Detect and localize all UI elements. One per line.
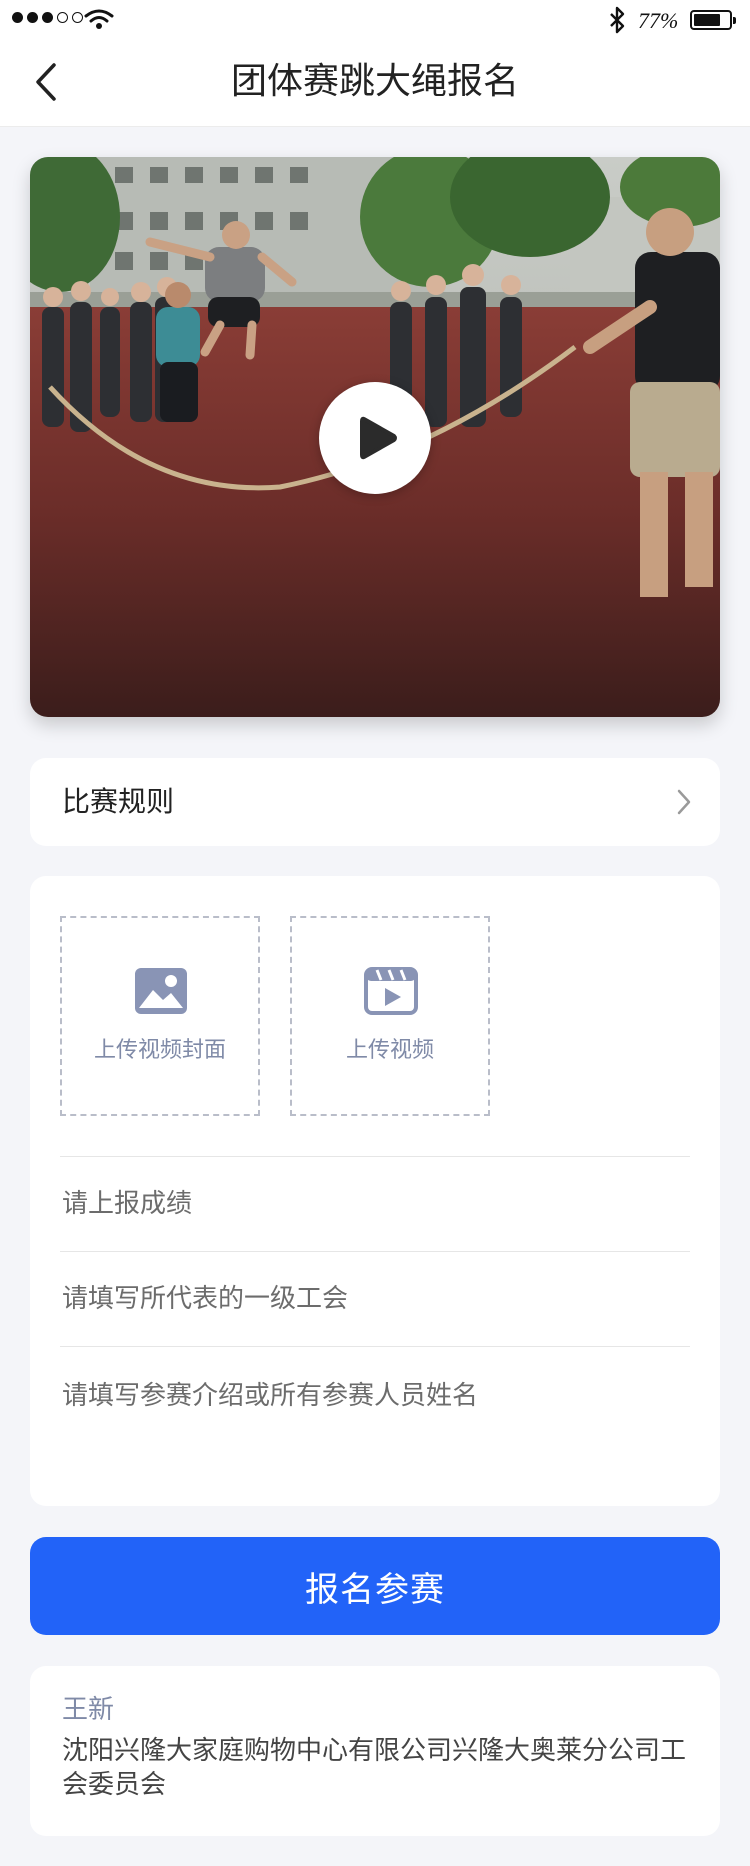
- bluetooth-icon: [610, 6, 625, 34]
- battery-icon: [690, 10, 736, 30]
- play-icon: [360, 416, 397, 460]
- page-title: 团体赛跳大绳报名: [230, 61, 519, 102]
- status-bar: 77%: [0, 0, 750, 40]
- user-name: 王新: [62, 1695, 115, 1725]
- union-input[interactable]: [60, 1252, 692, 1346]
- user-organization: 沈阳兴隆大家庭购物中心有限公司兴隆大奥莱分公司工会委员会: [62, 1736, 687, 1800]
- clapperboard-play-icon: [364, 967, 418, 1015]
- battery-percent: 77%: [638, 8, 679, 33]
- registration-form: 上传视频封面 上传视频: [30, 876, 720, 1506]
- intro-textarea[interactable]: [60, 1347, 692, 1505]
- wifi-icon: [84, 9, 114, 29]
- signal-strength-icon: [12, 12, 83, 23]
- upload-cover-label: 上传视频封面: [93, 1038, 226, 1063]
- upload-video-button[interactable]: 上传视频: [290, 916, 490, 1116]
- register-button[interactable]: 报名参赛: [30, 1537, 720, 1635]
- rules-label: 比赛规则: [62, 785, 175, 818]
- intro-field[interactable]: [60, 1346, 692, 1505]
- upload-video-label: 上传视频: [345, 1038, 434, 1063]
- chevron-right-icon: [677, 789, 691, 815]
- upload-cover-button[interactable]: 上传视频封面: [60, 916, 260, 1116]
- user-info-card: 王新 沈阳兴隆大家庭购物中心有限公司兴隆大奥莱分公司工会委员会: [30, 1666, 720, 1836]
- competition-rules-row[interactable]: 比赛规则: [30, 758, 720, 846]
- play-button[interactable]: [319, 382, 431, 494]
- union-field[interactable]: [60, 1251, 692, 1346]
- score-input[interactable]: [60, 1157, 692, 1251]
- image-icon: [135, 968, 187, 1014]
- video-preview[interactable]: [30, 157, 720, 717]
- score-field[interactable]: [60, 1156, 692, 1251]
- nav-bar: 团体赛跳大绳报名: [0, 40, 750, 127]
